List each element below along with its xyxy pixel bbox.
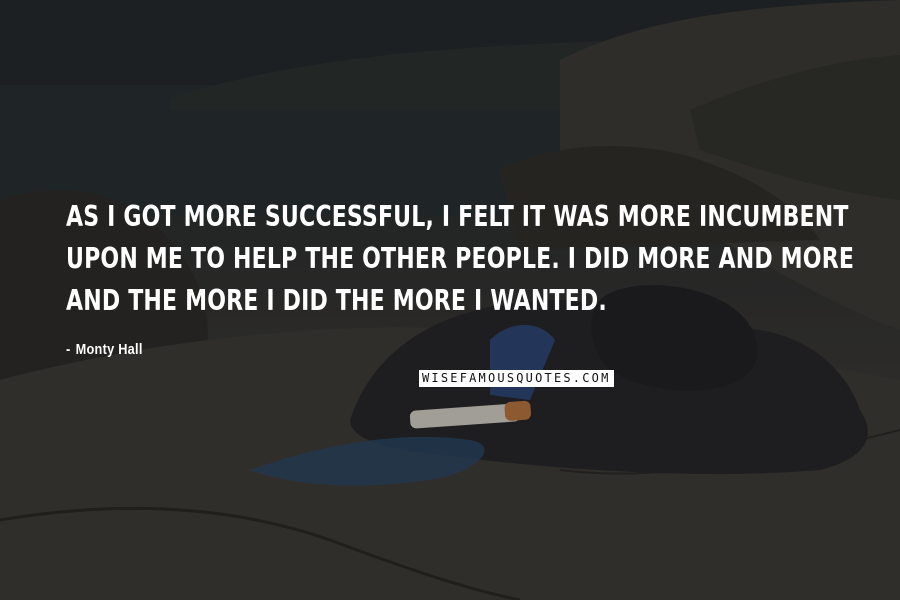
quote-author: - Monty Hall <box>66 341 143 358</box>
quote-image: As I got more successful, I felt it was … <box>0 0 900 600</box>
author-dash: - <box>66 341 71 358</box>
watermark-label: WISEFAMOUSQUOTES.COM <box>419 370 614 387</box>
quote-text: As I got more successful, I felt it was … <box>66 200 855 317</box>
author-name: Monty Hall <box>75 341 143 358</box>
